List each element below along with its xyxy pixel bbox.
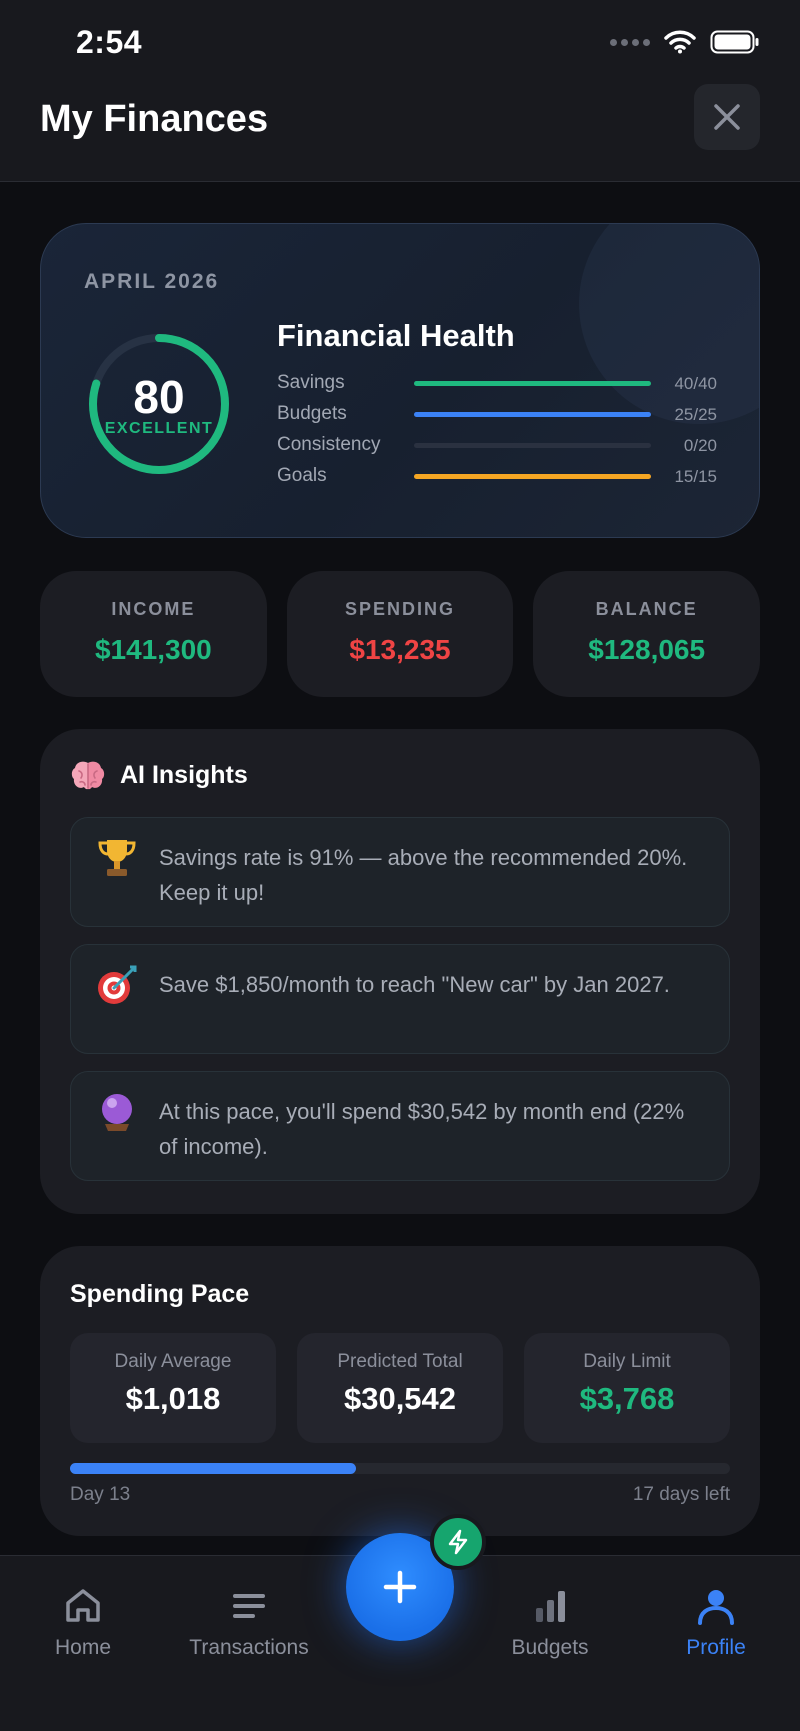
home-icon [66, 1589, 100, 1622]
health-score-grade: EXCELLENT [104, 420, 214, 437]
close-button[interactable] [694, 84, 760, 150]
summary-cards: INCOME $141,300 SPENDING $13,235 BALANCE… [40, 571, 761, 697]
list-icon [233, 1594, 265, 1618]
income-value: $141,300 [94, 634, 212, 665]
crystal-ball-icon [102, 1094, 132, 1131]
nav-label: Transactions [189, 1636, 309, 1659]
nav-label: Home [54, 1636, 112, 1659]
stat-label: Daily Average [114, 1351, 232, 1372]
metric-value: 0/20 [683, 436, 717, 455]
nav-label: Profile [686, 1636, 746, 1659]
spending-card[interactable]: SPENDING $13,235 [286, 571, 514, 697]
metric-bar-track [414, 474, 651, 479]
summary-label: INCOME [111, 599, 196, 619]
metric-label: Consistency [277, 434, 381, 455]
close-icon [714, 104, 740, 130]
metric-bar-fill [414, 381, 651, 386]
metric-value: 15/15 [674, 467, 717, 486]
balance-card[interactable]: BALANCE $128,065 [533, 571, 761, 697]
status-time: 2:54 [76, 24, 143, 60]
current-day-label: Day 13 [70, 1484, 131, 1505]
quick-action-button[interactable] [430, 1514, 486, 1570]
daily-limit-stat: Daily Limit $3,768 [524, 1333, 730, 1443]
pace-title: Spending Pace [70, 1280, 250, 1308]
insight-card[interactable]: Save $1,850/month to reach "New car" by … [70, 944, 730, 1054]
metric-bar-track [414, 412, 651, 417]
health-score-value: 80 [133, 371, 185, 423]
summary-label: SPENDING [344, 599, 456, 619]
metric-row-savings: Savings 40/40 [277, 370, 717, 401]
nav-label: Budgets [511, 1636, 589, 1659]
ai-insights-section: AI Insights Savings rate is 91% — above … [40, 729, 760, 1214]
spending-value: $13,235 [349, 634, 451, 665]
health-title: Financial Health [277, 318, 515, 353]
days-left-label: 17 days left [632, 1484, 730, 1505]
brain-icon [71, 761, 105, 790]
metric-label: Budgets [277, 403, 347, 424]
summary-label: BALANCE [595, 599, 698, 619]
metric-row-goals: Goals 15/15 [277, 463, 717, 494]
metric-value: 25/25 [674, 405, 717, 424]
nav-item-transactions[interactable]: Transactions [169, 1586, 329, 1660]
metric-bar-fill [414, 474, 651, 479]
metric-bar-fill [414, 412, 651, 417]
financial-health-card: APRIL 2026 80 EXCELLENT Financial Health… [40, 223, 760, 538]
metric-row-budgets: Budgets 25/25 [277, 401, 717, 432]
metric-row-consistency: Consistency 0/20 [277, 432, 717, 463]
header: My Finances [0, 84, 800, 182]
lightning-icon [448, 1529, 468, 1555]
nav-item-budgets[interactable]: Budgets [470, 1586, 630, 1660]
signal-icon [610, 38, 650, 46]
insights-title: AI Insights [120, 761, 248, 789]
trophy-icon [98, 840, 136, 876]
predicted-total-stat: Predicted Total $30,542 [297, 1333, 503, 1443]
status-bar: 2:54 [0, 0, 800, 90]
status-icons [610, 30, 760, 54]
target-icon [98, 965, 137, 1004]
stat-value: $30,542 [343, 1381, 457, 1416]
metric-label: Goals [277, 465, 327, 486]
insight-text: Save $1,850/month to reach "New car" by … [159, 972, 670, 997]
nav-item-profile[interactable]: Profile [636, 1586, 796, 1660]
daily-average-stat: Daily Average $1,018 [70, 1333, 276, 1443]
spending-pace-section: Spending Pace Daily Average $1,018 Predi… [40, 1246, 760, 1536]
metric-bar-track [414, 381, 651, 386]
month-progress-bar [70, 1463, 730, 1474]
stat-label: Predicted Total [337, 1351, 463, 1372]
stat-value: $1,018 [125, 1381, 221, 1416]
wifi-icon [664, 30, 696, 54]
stat-label: Daily Limit [583, 1351, 671, 1372]
month-progress-fill [70, 1463, 356, 1474]
month-label: APRIL 2026 [84, 270, 220, 293]
nav-item-home[interactable]: Home [3, 1586, 163, 1660]
income-card[interactable]: INCOME $141,300 [40, 571, 267, 697]
battery-icon [710, 30, 759, 54]
stat-value: $3,768 [579, 1381, 675, 1416]
metric-label: Savings [277, 372, 345, 393]
insight-card[interactable]: At this pace, you'll spend $30,542 by mo… [70, 1071, 730, 1181]
metric-bar-track [414, 443, 651, 448]
plus-icon [383, 1570, 417, 1604]
profile-icon [698, 1590, 734, 1625]
balance-value: $128,065 [588, 634, 706, 665]
bar-chart-icon [536, 1591, 565, 1622]
insight-text: At this pace, you'll spend $30,542 by mo… [159, 1099, 685, 1159]
page-title: My Finances [40, 98, 269, 140]
insight-card[interactable]: Savings rate is 91% — above the recommen… [70, 817, 730, 927]
health-metrics: Savings 40/40 Budgets 25/25 Consistency … [277, 370, 717, 494]
insight-text: Savings rate is 91% — above the recommen… [159, 845, 688, 905]
metric-value: 40/40 [674, 374, 717, 393]
